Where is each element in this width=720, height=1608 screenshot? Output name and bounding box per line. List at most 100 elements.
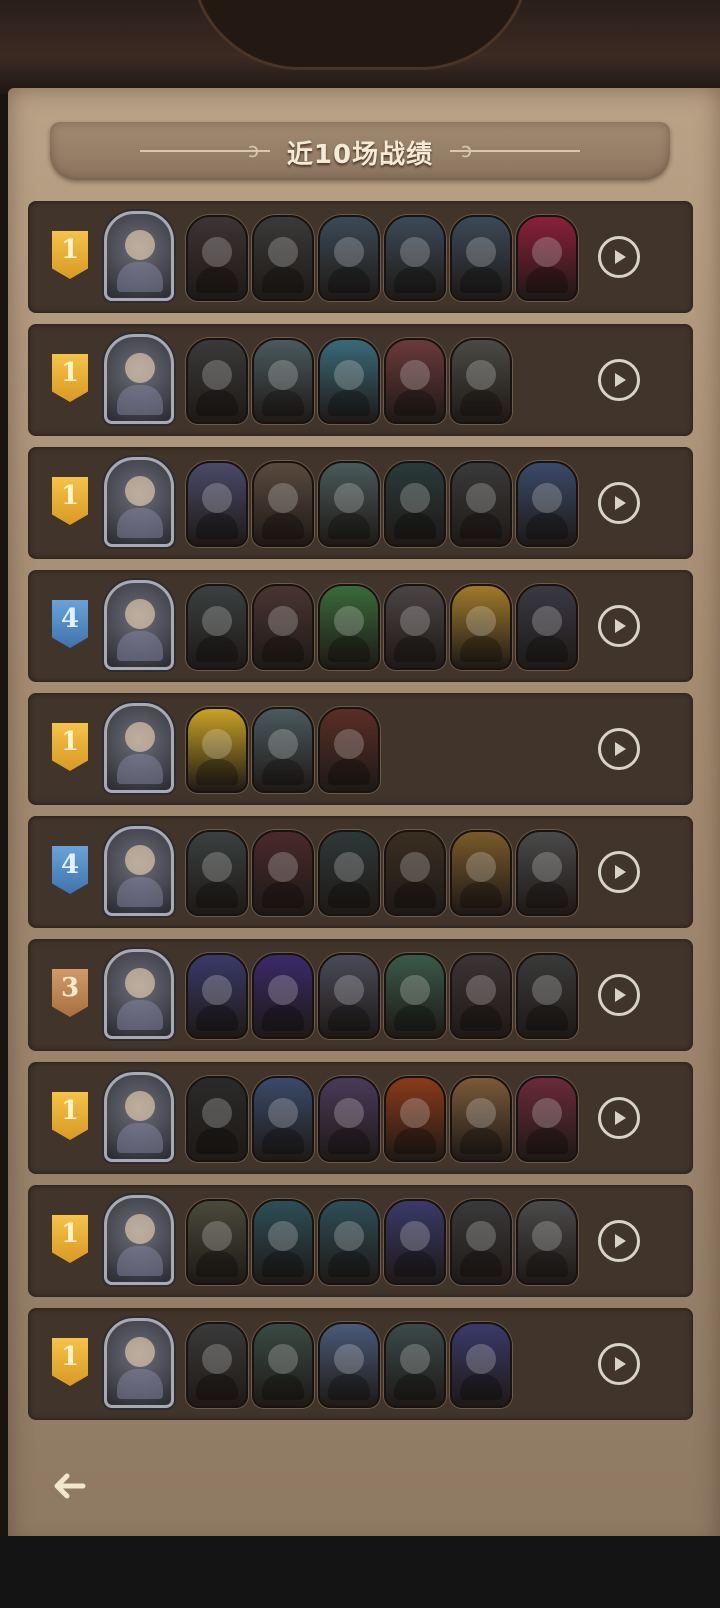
unit-portrait: [384, 1076, 446, 1162]
hero-portrait: [104, 334, 174, 424]
match-row[interactable]: 1: [28, 1185, 693, 1297]
replay-button[interactable]: [598, 1097, 640, 1139]
unit-portrait: [186, 830, 248, 916]
placement-badge: 4: [52, 846, 88, 894]
unit-portrait: [516, 830, 578, 916]
play-icon: [615, 742, 626, 756]
unit-portrait: [516, 461, 578, 547]
unit-portrait: [450, 1199, 512, 1285]
unit-portrait: [450, 584, 512, 670]
unit-portrait: [186, 338, 248, 424]
bottom-bar: [0, 1536, 720, 1608]
play-icon: [615, 250, 626, 264]
unit-portrait: [186, 215, 248, 301]
unit-portrait: [318, 1322, 380, 1408]
unit-portrait: [252, 1322, 314, 1408]
top-background: [0, 0, 720, 95]
hero-portrait: [104, 826, 174, 916]
replay-button[interactable]: [598, 974, 640, 1016]
match-row[interactable]: 1: [28, 1308, 693, 1420]
replay-button[interactable]: [598, 482, 640, 524]
unit-portrait: [318, 953, 380, 1039]
unit-portrait: [318, 461, 380, 547]
play-icon: [615, 373, 626, 387]
match-row[interactable]: 4: [28, 816, 693, 928]
back-button[interactable]: [48, 1465, 90, 1507]
replay-button[interactable]: [598, 236, 640, 278]
unit-portrait: [252, 830, 314, 916]
unit-portrait: [516, 1199, 578, 1285]
unit-portrait: [516, 584, 578, 670]
unit-portrait: [384, 830, 446, 916]
unit-portrait: [318, 1076, 380, 1162]
unit-portrait: [252, 338, 314, 424]
unit-portrait: [318, 584, 380, 670]
placement-badge: 1: [52, 1338, 88, 1386]
unit-portrait: [186, 584, 248, 670]
unit-portrait: [318, 1199, 380, 1285]
placement-badge: 1: [52, 1215, 88, 1263]
back-arrow-icon: [54, 1473, 86, 1499]
unit-portrait: [450, 215, 512, 301]
replay-button[interactable]: [598, 728, 640, 770]
replay-button[interactable]: [598, 359, 640, 401]
unit-portrait: [450, 830, 512, 916]
placement-badge: 1: [52, 477, 88, 525]
match-row[interactable]: 1: [28, 693, 693, 805]
unit-portrait: [450, 461, 512, 547]
unit-portrait: [516, 953, 578, 1039]
replay-button[interactable]: [598, 851, 640, 893]
unit-portrait: [252, 215, 314, 301]
play-icon: [615, 988, 626, 1002]
unit-portrait: [450, 1076, 512, 1162]
unit-portrait: [186, 1322, 248, 1408]
unit-portrait: [252, 584, 314, 670]
placement-badge: 1: [52, 231, 88, 279]
match-row[interactable]: 1: [28, 201, 693, 313]
title-banner: ↄ 近10场战绩 ↄ: [50, 122, 670, 180]
unit-portrait: [252, 953, 314, 1039]
unit-portrait: [318, 215, 380, 301]
hero-portrait: [104, 457, 174, 547]
unit-portrait: [384, 461, 446, 547]
unit-portrait: [384, 215, 446, 301]
banner-line-right: [450, 150, 580, 152]
unit-portrait: [318, 707, 380, 793]
placement-badge: 3: [52, 969, 88, 1017]
unit-portrait: [252, 1199, 314, 1285]
match-row[interactable]: 1: [28, 447, 693, 559]
unit-portrait: [450, 338, 512, 424]
play-icon: [615, 1234, 626, 1248]
unit-portrait: [450, 1322, 512, 1408]
replay-button[interactable]: [598, 605, 640, 647]
play-icon: [615, 1111, 626, 1125]
unit-portrait: [252, 461, 314, 547]
unit-portrait: [384, 1322, 446, 1408]
replay-button[interactable]: [598, 1343, 640, 1385]
play-icon: [615, 1357, 626, 1371]
unit-portrait: [384, 584, 446, 670]
match-row[interactable]: 4: [28, 570, 693, 682]
replay-button[interactable]: [598, 1220, 640, 1262]
match-row[interactable]: 1: [28, 324, 693, 436]
hero-portrait: [104, 580, 174, 670]
placement-badge: 1: [52, 1092, 88, 1140]
unit-portrait: [186, 1199, 248, 1285]
unit-portrait: [384, 1199, 446, 1285]
unit-portrait: [252, 1076, 314, 1162]
placement-badge: 1: [52, 354, 88, 402]
hero-portrait: [104, 1072, 174, 1162]
unit-portrait: [516, 215, 578, 301]
match-row[interactable]: 1: [28, 1062, 693, 1174]
placement-badge: 1: [52, 723, 88, 771]
unit-portrait: [318, 830, 380, 916]
unit-portrait: [186, 953, 248, 1039]
page-title: 近10场战绩: [286, 140, 434, 170]
hero-portrait: [104, 1318, 174, 1408]
placement-badge: 4: [52, 600, 88, 648]
unit-portrait: [384, 338, 446, 424]
unit-portrait: [186, 1076, 248, 1162]
hero-portrait: [104, 1195, 174, 1285]
play-icon: [615, 496, 626, 510]
match-row[interactable]: 3: [28, 939, 693, 1051]
